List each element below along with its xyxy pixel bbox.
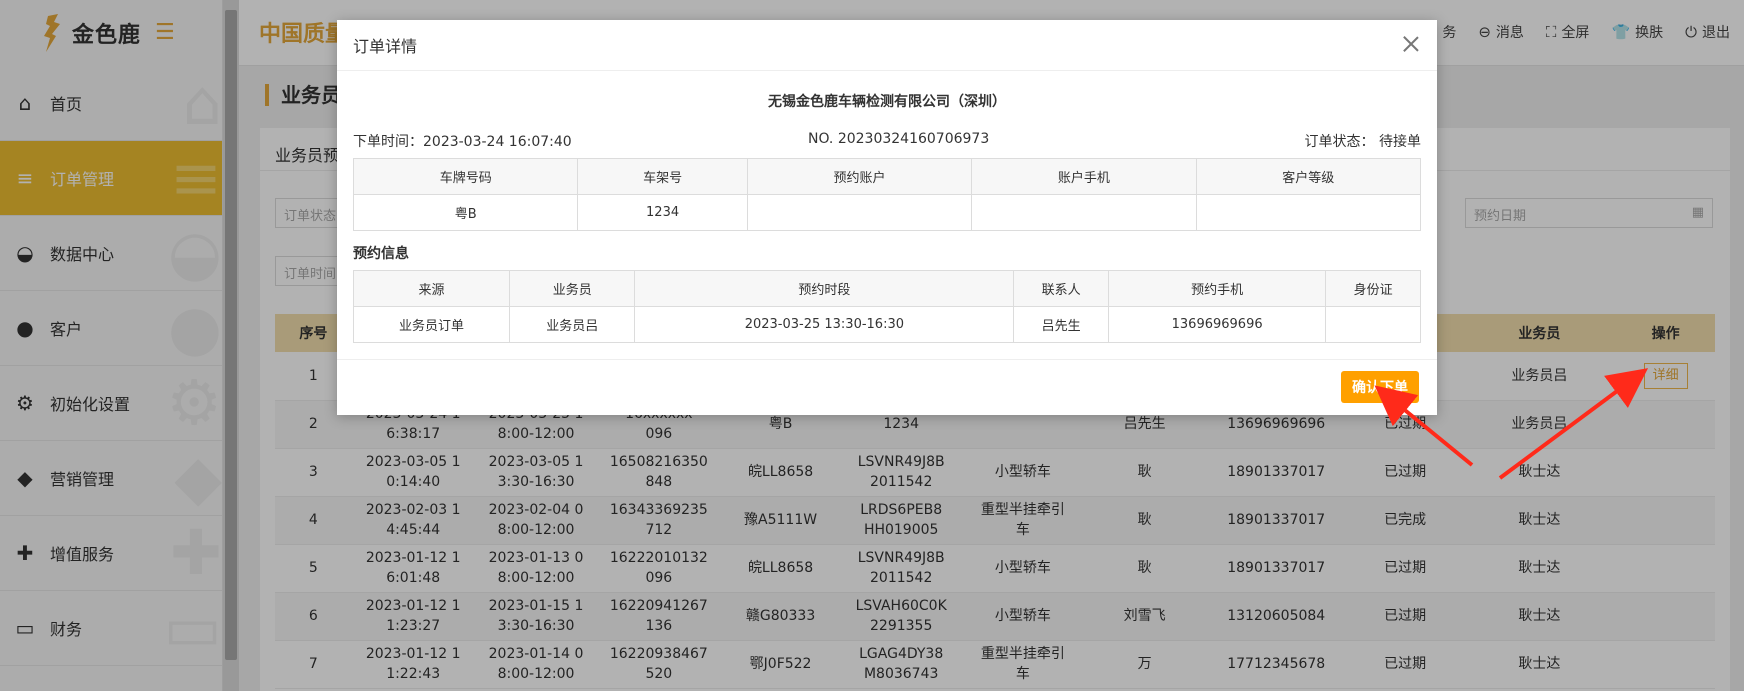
modal-table-header-row: 车牌号码 车架号 预约账户 账户手机 客户等级 <box>352 158 1422 195</box>
vehicle-table: 车牌号码 车架号 预约账户 账户手机 客户等级 粤B 1234 <box>352 158 1422 231</box>
modal-table-cell: 2023-03-25 13:30-16:30 <box>634 306 1015 343</box>
modal-table-header: 来源 <box>352 270 511 307</box>
order-time: 下单时间：2023-03-24 16:07:40 <box>353 134 572 150</box>
booking-table: 来源 业务员 预约时段 联系人 预约手机 身份证 业务员订单 业务员吕 2023-03-25 1… <box>352 270 1421 343</box>
modal-table-header: 客户等级 <box>1195 158 1422 195</box>
modal-table-header: 身份证 <box>1325 270 1421 307</box>
order-status: 订单状态： 待接单 <box>1304 134 1421 150</box>
modal-table-row: 粤B 1234 <box>352 194 1422 231</box>
modal-table-cell: 业务员吕 <box>509 306 636 343</box>
company-name: 无锡金色鹿车辆检测有限公司（深圳） <box>768 94 1006 110</box>
modal-table-cell: 吕先生 <box>1013 306 1109 343</box>
modal-table-cell: 粤B <box>352 194 579 231</box>
modal-table-header: 车牌号码 <box>352 158 579 195</box>
modal-table-header: 预约手机 <box>1107 270 1327 307</box>
modal-table-cell: 13696969696 <box>1107 306 1327 343</box>
modal-table-cell <box>1325 306 1421 343</box>
modal-table-header: 业务员 <box>509 270 636 307</box>
order-meta: 下单时间：2023-03-24 16:07:40 NO. 20230324160… <box>353 131 1421 151</box>
modal-table-cell <box>971 194 1197 231</box>
modal-table-header: 预约时段 <box>634 270 1015 307</box>
modal-table-header-row: 来源 业务员 预约时段 联系人 预约手机 身份证 <box>352 270 1421 307</box>
modal-table-header: 车架号 <box>577 158 748 195</box>
modal-table-cell: 1234 <box>577 194 748 231</box>
modal-title: 订单详情 <box>353 37 418 56</box>
divider <box>337 359 1437 360</box>
confirm-order-button[interactable]: 确认下单 <box>1341 371 1419 403</box>
modal-table-cell: 业务员订单 <box>352 306 511 343</box>
modal-table-cell <box>1195 194 1422 231</box>
order-number: NO. 20230324160706973 <box>808 131 990 147</box>
booking-section-title: 预约信息 <box>353 246 409 262</box>
modal-table-cell <box>746 194 973 231</box>
modal-table-row: 业务员订单 业务员吕 2023-03-25 13:30-16:30 吕先生 136969… <box>352 306 1421 343</box>
order-detail-modal: 订单详情 无锡金色鹿车辆检测有限公司（深圳） 下单时间：2023-03-24 1… <box>337 20 1437 415</box>
modal-table-header: 预约账户 <box>746 158 973 195</box>
modal-table-header: 联系人 <box>1013 270 1109 307</box>
modal-table-header: 账户手机 <box>971 158 1197 195</box>
close-icon[interactable] <box>1399 32 1423 56</box>
modal-header: 订单详情 <box>337 20 1437 71</box>
